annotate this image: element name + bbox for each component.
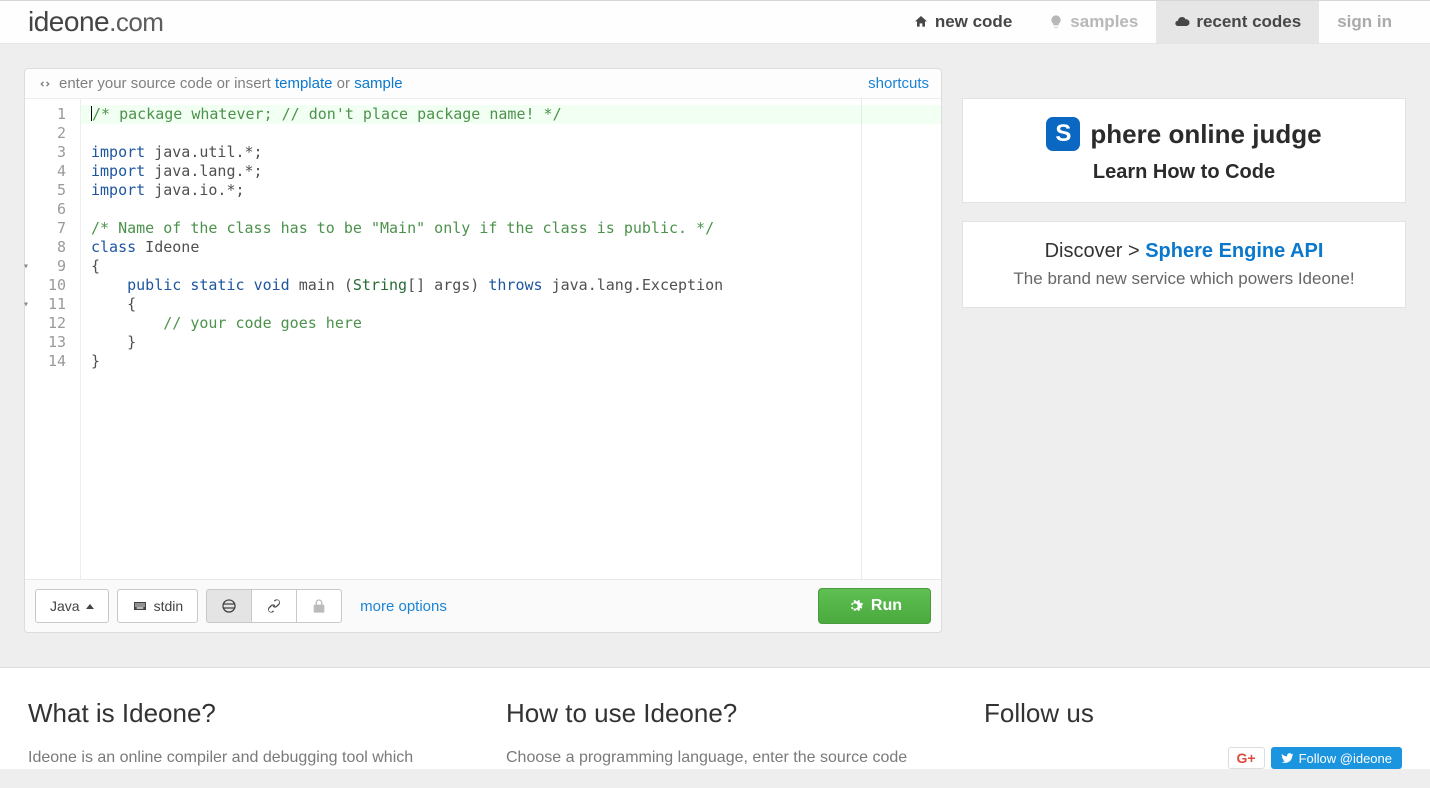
twitter-follow-button[interactable]: Follow @ideone	[1271, 747, 1402, 769]
template-link[interactable]: template	[275, 75, 333, 92]
code-line[interactable]: import java.io.*;	[91, 181, 931, 200]
sidebar: S phere online judge Learn How to Code D…	[962, 68, 1406, 308]
hint-text: enter your source code or insert templat…	[59, 75, 403, 92]
top-nav: new code samples recent codes sign in	[895, 1, 1410, 43]
sample-link[interactable]: sample	[354, 75, 402, 92]
footer: What is Ideone? Ideone is an online compi…	[0, 667, 1430, 769]
line-number: 8	[25, 238, 66, 257]
nav-label: new code	[935, 12, 1012, 32]
line-number: 2	[25, 124, 66, 143]
stdin-label: stdin	[154, 598, 184, 614]
code-line[interactable]: }	[91, 352, 931, 371]
line-gutter: 1234567891011121314	[25, 99, 81, 579]
code-line[interactable]: }	[91, 333, 931, 352]
line-number: 4	[25, 162, 66, 181]
keyboard-icon	[132, 598, 148, 614]
code-icon	[37, 76, 53, 92]
line-number: 10	[25, 276, 66, 295]
language-selector[interactable]: Java	[35, 589, 109, 623]
code-line[interactable]	[91, 200, 931, 219]
code-line[interactable]: /* package whatever; // don't place pack…	[81, 105, 941, 124]
nav-samples[interactable]: samples	[1030, 1, 1156, 43]
nav-label: recent codes	[1196, 12, 1301, 32]
editor-toolbar: Java stdin	[25, 579, 941, 632]
visibility-private-button[interactable]	[296, 589, 342, 623]
code-line[interactable]: class Ideone	[91, 238, 931, 257]
nav-label: sign in	[1337, 12, 1392, 32]
bulb-icon	[1048, 14, 1064, 30]
line-number: 11	[25, 295, 66, 314]
line-number: 6	[25, 200, 66, 219]
nav-label: samples	[1070, 12, 1138, 32]
nav-new-code[interactable]: new code	[895, 1, 1030, 43]
line-number: 12	[25, 314, 66, 333]
shortcuts-link[interactable]: shortcuts	[868, 75, 929, 92]
sphere-engine-link[interactable]: Sphere Engine API	[1145, 240, 1323, 262]
nav-sign-in[interactable]: sign in	[1319, 1, 1410, 43]
visibility-group	[206, 589, 342, 623]
discover-prefix: Discover >	[1045, 240, 1146, 262]
stdin-button[interactable]: stdin	[117, 589, 199, 623]
visibility-secret-button[interactable]	[251, 589, 296, 623]
code-line[interactable]: {	[91, 295, 931, 314]
code-line[interactable]: public static void main (String[] args) …	[91, 276, 931, 295]
line-number: 9	[25, 257, 66, 276]
code-area[interactable]: /* package whatever; // don't place pack…	[81, 99, 941, 579]
spoj-badge-icon: S	[1046, 117, 1080, 151]
line-number: 13	[25, 333, 66, 352]
googleplus-button[interactable]: G+	[1228, 747, 1265, 769]
caret-up-icon	[86, 604, 94, 609]
footer-text: Choose a programming language, enter the…	[506, 747, 924, 769]
discover-sub: The brand new service which powers Ideon…	[983, 269, 1385, 289]
logo-main: ideone	[28, 6, 109, 37]
logo-suffix: .com	[109, 7, 163, 37]
line-number: 7	[25, 219, 66, 238]
footer-col: Follow us G+ Follow @ideone	[984, 698, 1402, 769]
home-icon	[913, 14, 929, 30]
line-number: 14	[25, 352, 66, 371]
more-options-link[interactable]: more options	[360, 598, 447, 615]
spoj-subtitle: Learn How to Code	[983, 161, 1385, 184]
discover-card[interactable]: Discover > Sphere Engine API The brand n…	[962, 221, 1406, 308]
spoj-card[interactable]: S phere online judge Learn How to Code	[962, 98, 1406, 203]
visibility-public-button[interactable]	[206, 589, 251, 623]
code-line[interactable]: // your code goes here	[91, 314, 931, 333]
line-number: 5	[25, 181, 66, 200]
brand-logo[interactable]: ideone.com	[28, 6, 163, 38]
top-navbar: ideone.com new code samples recent codes si…	[0, 0, 1430, 44]
link-icon	[266, 598, 282, 614]
footer-heading: How to use Ideone?	[506, 698, 924, 729]
lock-icon	[311, 598, 327, 614]
footer-heading: Follow us	[984, 698, 1402, 729]
code-editor[interactable]: 1234567891011121314 /* package whatever;…	[25, 99, 941, 579]
editor-panel: enter your source code or insert templat…	[24, 68, 942, 633]
line-number: 1	[25, 105, 66, 124]
footer-col: What is Ideone? Ideone is an online compi…	[28, 698, 446, 769]
code-line[interactable]: import java.util.*;	[91, 143, 931, 162]
code-line[interactable]: {	[91, 257, 931, 276]
cloud-icon	[1174, 14, 1190, 30]
nav-recent-codes[interactable]: recent codes	[1156, 1, 1319, 43]
print-margin	[861, 99, 862, 579]
footer-text: Ideone is an online compiler and debuggi…	[28, 747, 446, 769]
code-line[interactable]: import java.lang.*;	[91, 162, 931, 181]
language-label: Java	[50, 598, 80, 614]
code-line[interactable]	[91, 124, 931, 143]
line-number: 3	[25, 143, 66, 162]
spoj-title: phere online judge	[1090, 119, 1321, 150]
footer-heading: What is Ideone?	[28, 698, 446, 729]
gears-icon	[847, 598, 863, 614]
twitter-icon	[1281, 752, 1294, 765]
run-label: Run	[871, 597, 902, 615]
globe-icon	[221, 598, 237, 614]
code-line[interactable]: /* Name of the class has to be "Main" on…	[91, 219, 931, 238]
footer-col: How to use Ideone? Choose a programming l…	[506, 698, 924, 769]
run-button[interactable]: Run	[818, 588, 931, 624]
